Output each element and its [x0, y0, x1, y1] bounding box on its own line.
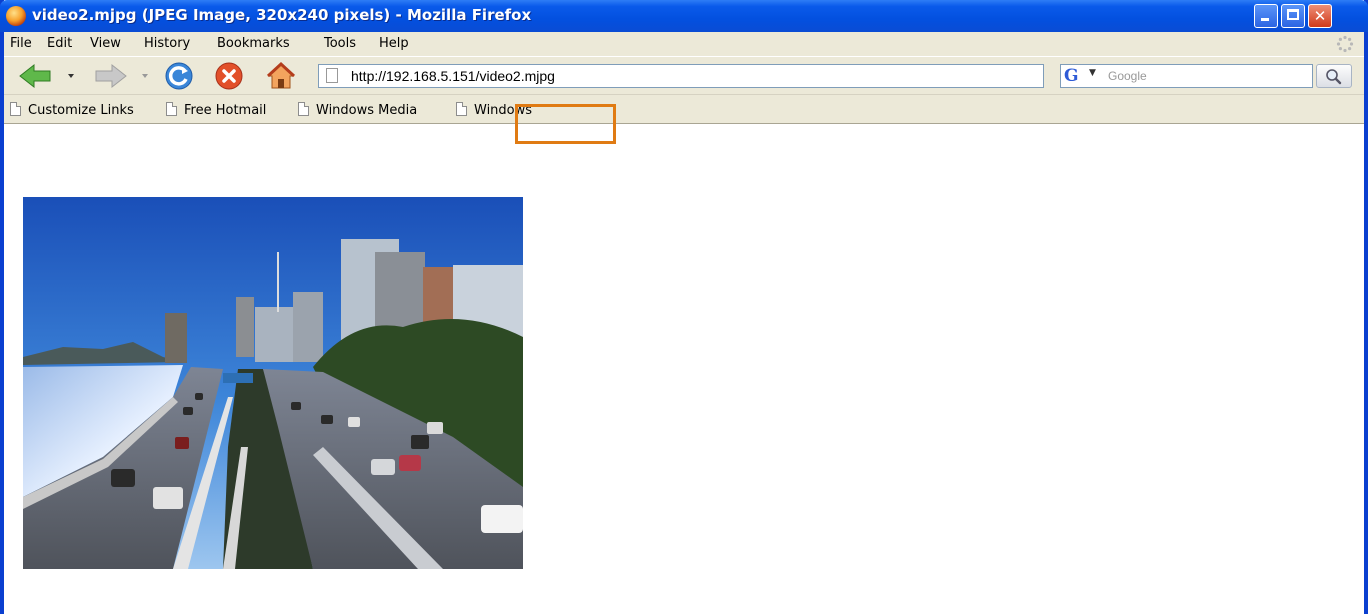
bookmark-windows-media[interactable]: Windows Media [298, 102, 417, 118]
page-icon [456, 102, 467, 116]
google-logo-icon: G [1064, 66, 1079, 86]
bookmark-free-hotmail[interactable]: Free Hotmail [166, 102, 266, 118]
home-icon[interactable] [266, 61, 296, 91]
url-bar[interactable]: http://192.168.5.151/video2.mjpg ▼ [318, 64, 1339, 88]
page-icon [298, 102, 309, 116]
url-prefix: http://192.168.5.151/ [351, 68, 480, 84]
page-content [4, 124, 1364, 614]
forward-arrow-icon[interactable] [92, 63, 156, 89]
firefox-icon [6, 6, 26, 26]
close-button[interactable]: ✕ [1308, 4, 1332, 28]
maximize-icon [1287, 9, 1299, 20]
page-icon [10, 102, 21, 116]
throbber-icon [1336, 35, 1354, 53]
chevron-down-icon: ▼ [1089, 68, 1096, 78]
search-magnifier-icon [1326, 69, 1342, 85]
bookmark-label: Windows [474, 103, 533, 118]
menu-bar: File Edit View History Bookmarks Tools H… [4, 32, 1364, 56]
minimize-button[interactable] [1254, 4, 1278, 28]
url-path: video2.mjpg [479, 68, 555, 84]
navigation-toolbar: http://192.168.5.151/video2.mjpg ▼ G ▼ G… [4, 56, 1364, 95]
page-icon [326, 68, 338, 83]
menu-history[interactable]: History [144, 36, 190, 51]
menu-file[interactable]: File [10, 36, 32, 51]
menu-tools[interactable]: Tools [324, 36, 356, 51]
menu-help[interactable]: Help [379, 36, 409, 51]
maximize-button[interactable] [1281, 4, 1305, 28]
menu-bookmarks[interactable]: Bookmarks [217, 36, 290, 51]
browser-window: video2.mjpg (JPEG Image, 320x240 pixels)… [0, 0, 1368, 614]
stop-icon[interactable] [214, 61, 244, 91]
search-placeholder: Google [1108, 69, 1147, 83]
title-bar[interactable]: video2.mjpg (JPEG Image, 320x240 pixels)… [0, 0, 1368, 32]
search-input[interactable]: Google [1103, 64, 1313, 88]
minimize-icon [1261, 18, 1269, 21]
close-icon: ✕ [1313, 7, 1327, 25]
camera-image[interactable] [23, 197, 523, 569]
search-engine-button[interactable]: G ▼ [1060, 64, 1104, 88]
reload-icon[interactable] [164, 61, 194, 91]
bookmark-windows[interactable]: Windows [456, 102, 532, 118]
url-text[interactable]: http://192.168.5.151/video2.mjpg [351, 68, 555, 84]
bookmark-label: Customize Links [28, 103, 134, 118]
menu-view[interactable]: View [90, 36, 121, 51]
back-arrow-icon[interactable] [18, 63, 74, 89]
bookmark-customize-links[interactable]: Customize Links [10, 102, 134, 118]
window-title: video2.mjpg (JPEG Image, 320x240 pixels)… [32, 6, 532, 24]
page-icon [166, 102, 177, 116]
bookmark-label: Free Hotmail [184, 103, 267, 118]
menu-edit[interactable]: Edit [47, 36, 72, 51]
bookmarks-toolbar: Customize Links Free Hotmail Windows Med… [4, 94, 1364, 124]
bookmark-label: Windows Media [316, 103, 418, 118]
search-button[interactable] [1316, 64, 1352, 88]
